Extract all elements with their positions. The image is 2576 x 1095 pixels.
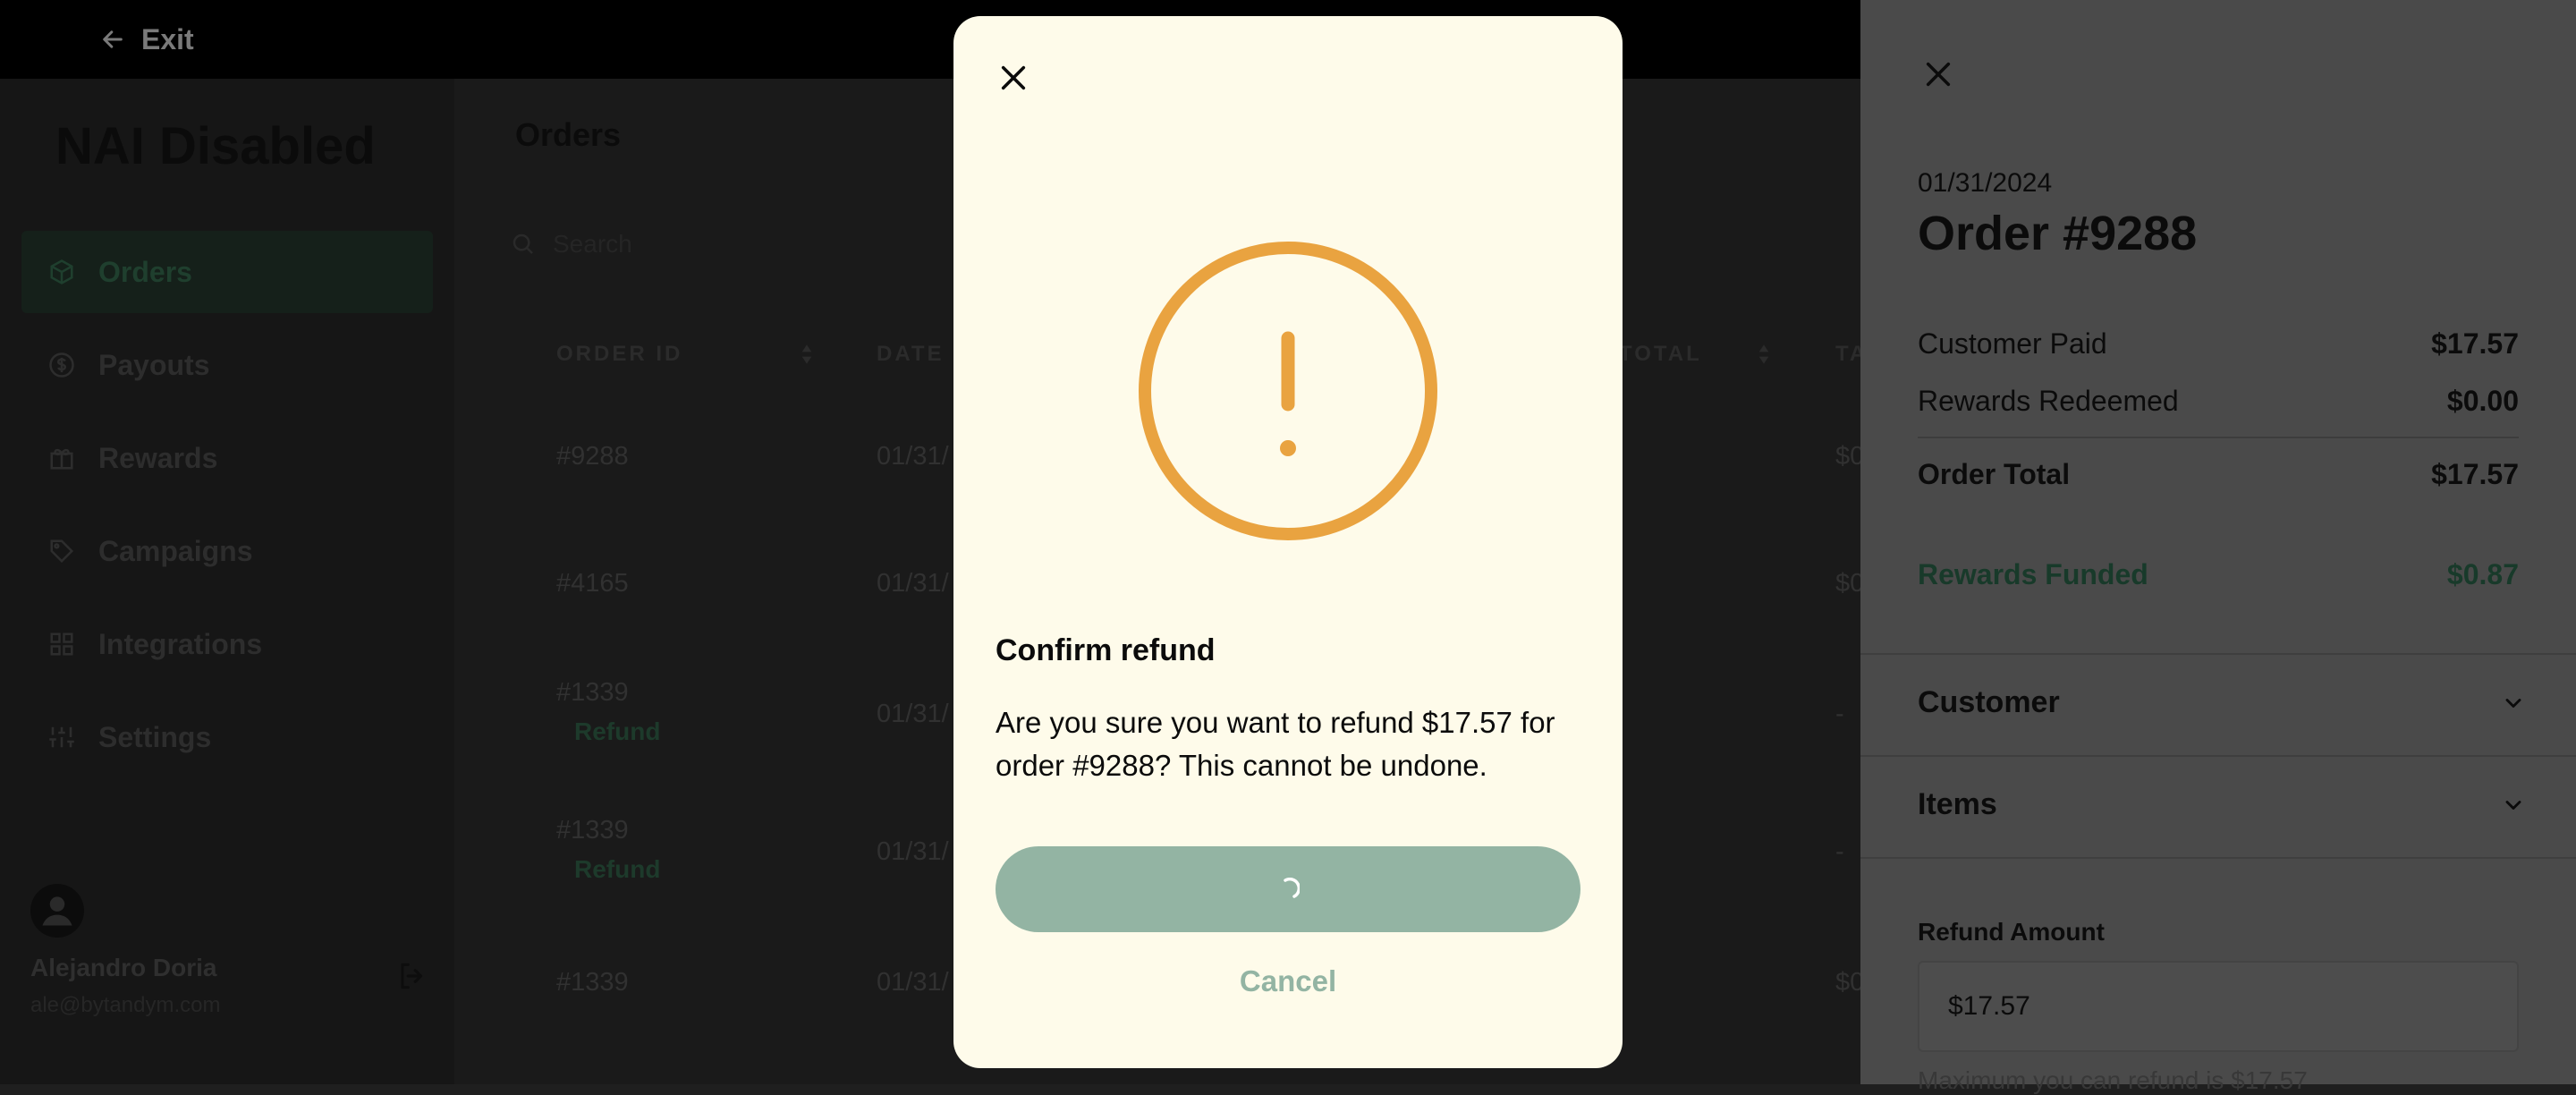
sidebar-item-payouts[interactable]: Payouts [21,324,433,406]
modal-message: Are you sure you want to refund $17.57 f… [996,706,1555,782]
rewards-funded-row: Rewards Funded $0.87 [1918,558,2519,591]
user-icon [42,896,72,926]
refund-amount-label: Refund Amount [1918,918,2105,946]
divider [1918,437,2519,438]
rewards-redeemed-row: Rewards Redeemed $0.00 [1918,385,2519,418]
divider [1860,857,2576,859]
customer-paid-row: Customer Paid $17.57 [1918,327,2519,361]
order-id-cell: #4165 [556,569,629,598]
exit-label: Exit [141,22,194,55]
customer-section-label: Customer [1918,685,2060,719]
chevron-down-icon [2505,698,2521,708]
order-date: 01/31/2024 [1918,168,2053,198]
rewards-funded-label: Rewards Funded [1918,558,2148,590]
user-email: ale@bytandym.com [30,993,221,1017]
order-total-row: Order Total $17.57 [1918,458,2519,491]
search-placeholder: Search [553,230,632,258]
sidebar-item-campaigns[interactable]: Campaigns [21,510,433,592]
search-icon [513,233,533,254]
divider [1860,653,2576,655]
refund-amount-input[interactable]: $17.57 [1918,961,2519,1052]
date-cell: 01/31/ [877,442,949,471]
date-cell: 01/31/ [877,837,949,866]
drawer-close-button[interactable] [1923,59,1953,94]
date-cell: 01/31/ [877,968,949,997]
items-section-toggle[interactable]: Items [1918,787,2526,822]
order-id-cell: #1339 [556,816,629,845]
order-id-cell: #1339 [556,968,629,997]
sidebar-item-label: Payouts [98,348,210,381]
arrow-left-icon [103,30,123,48]
sidebar-item-settings[interactable]: Settings [21,696,433,778]
sidebar-item-label: Rewards [98,441,218,474]
avatar[interactable] [30,884,84,938]
tax-cell: - [1835,837,1844,866]
date-cell: 01/31/ [877,569,949,598]
customer-paid-value: $17.57 [2431,327,2519,360]
items-section-label: Items [1918,787,1997,821]
order-detail-drawer: 01/31/2024 Order #9288 Customer Paid $17… [1860,0,2576,1094]
grid-icon [47,629,77,659]
dollar-icon [47,350,77,380]
customer-section-toggle[interactable]: Customer [1918,685,2526,720]
cancel-button[interactable]: Cancel [996,964,1580,998]
column-header-date[interactable]: DATE [877,342,945,367]
refund-amount-value: $17.57 [1948,991,2030,1021]
order-title: Order #9288 [1918,207,2198,260]
tax-cell: - [1835,700,1844,728]
order-total-value: $17.57 [2431,458,2519,490]
order-total-label: Order Total [1918,458,2071,490]
sliders-icon [47,722,77,752]
tag-icon [47,536,77,566]
search-input[interactable]: Search [510,215,632,274]
warning-icon [1139,242,1437,540]
order-id-cell: #1339 [556,678,629,707]
column-header-total[interactable]: TOTAL [1619,342,1702,367]
order-id-cell: #9288 [556,442,629,471]
gift-icon [47,443,77,473]
date-cell: 01/31/ [877,700,949,728]
sidebar-item-rewards[interactable]: Rewards [21,417,433,499]
sidebar-item-label: Orders [98,255,192,288]
sidebar-item-label: Campaigns [98,534,253,567]
user-profile: Alejandro Doria ale@bytandym.com [30,884,433,1018]
sidebar-item-label: Settings [98,720,212,753]
close-icon [1001,65,1026,90]
confirm-refund-modal: Confirm refund Are you sure you want to … [953,16,1623,1068]
page-title: Orders [515,116,622,153]
divider [1860,755,2576,757]
sidebar-nav: Orders Payouts Rewards Campaigns Integra… [21,231,433,789]
close-icon [1926,62,1951,87]
logout-button[interactable] [395,959,429,997]
rewards-redeemed-label: Rewards Redeemed [1918,385,2179,417]
sidebar-item-integrations[interactable]: Integrations [21,603,433,685]
box-icon [47,257,77,287]
loading-spinner-icon [1284,878,1300,898]
user-name: Alejandro Doria [30,954,217,981]
brand-name: NAI Disabled [55,117,376,175]
modal-close-button[interactable] [998,63,1029,98]
confirm-refund-button[interactable] [996,846,1580,932]
logout-icon [401,963,423,989]
rewards-redeemed-value: $0.00 [2446,385,2519,417]
exit-button[interactable]: Exit [100,20,194,59]
column-header-order-id[interactable]: ORDER ID [556,342,682,367]
sort-icon[interactable] [1757,342,1771,367]
chevron-down-icon [2505,800,2521,810]
modal-title: Confirm refund [996,633,1216,667]
customer-paid-label: Customer Paid [1918,327,2107,360]
refund-badge: Refund [574,855,661,883]
sort-icon[interactable] [800,342,814,367]
refund-hint: Maximum you can refund is $17.57 [1918,1066,2308,1094]
sidebar-item-label: Integrations [98,627,263,660]
refund-badge: Refund [574,717,661,745]
sidebar: NAI Disabled Orders Payouts Rewards Camp… [0,79,454,1084]
sidebar-item-orders[interactable]: Orders [21,231,433,313]
rewards-funded-value: $0.87 [2446,558,2519,590]
